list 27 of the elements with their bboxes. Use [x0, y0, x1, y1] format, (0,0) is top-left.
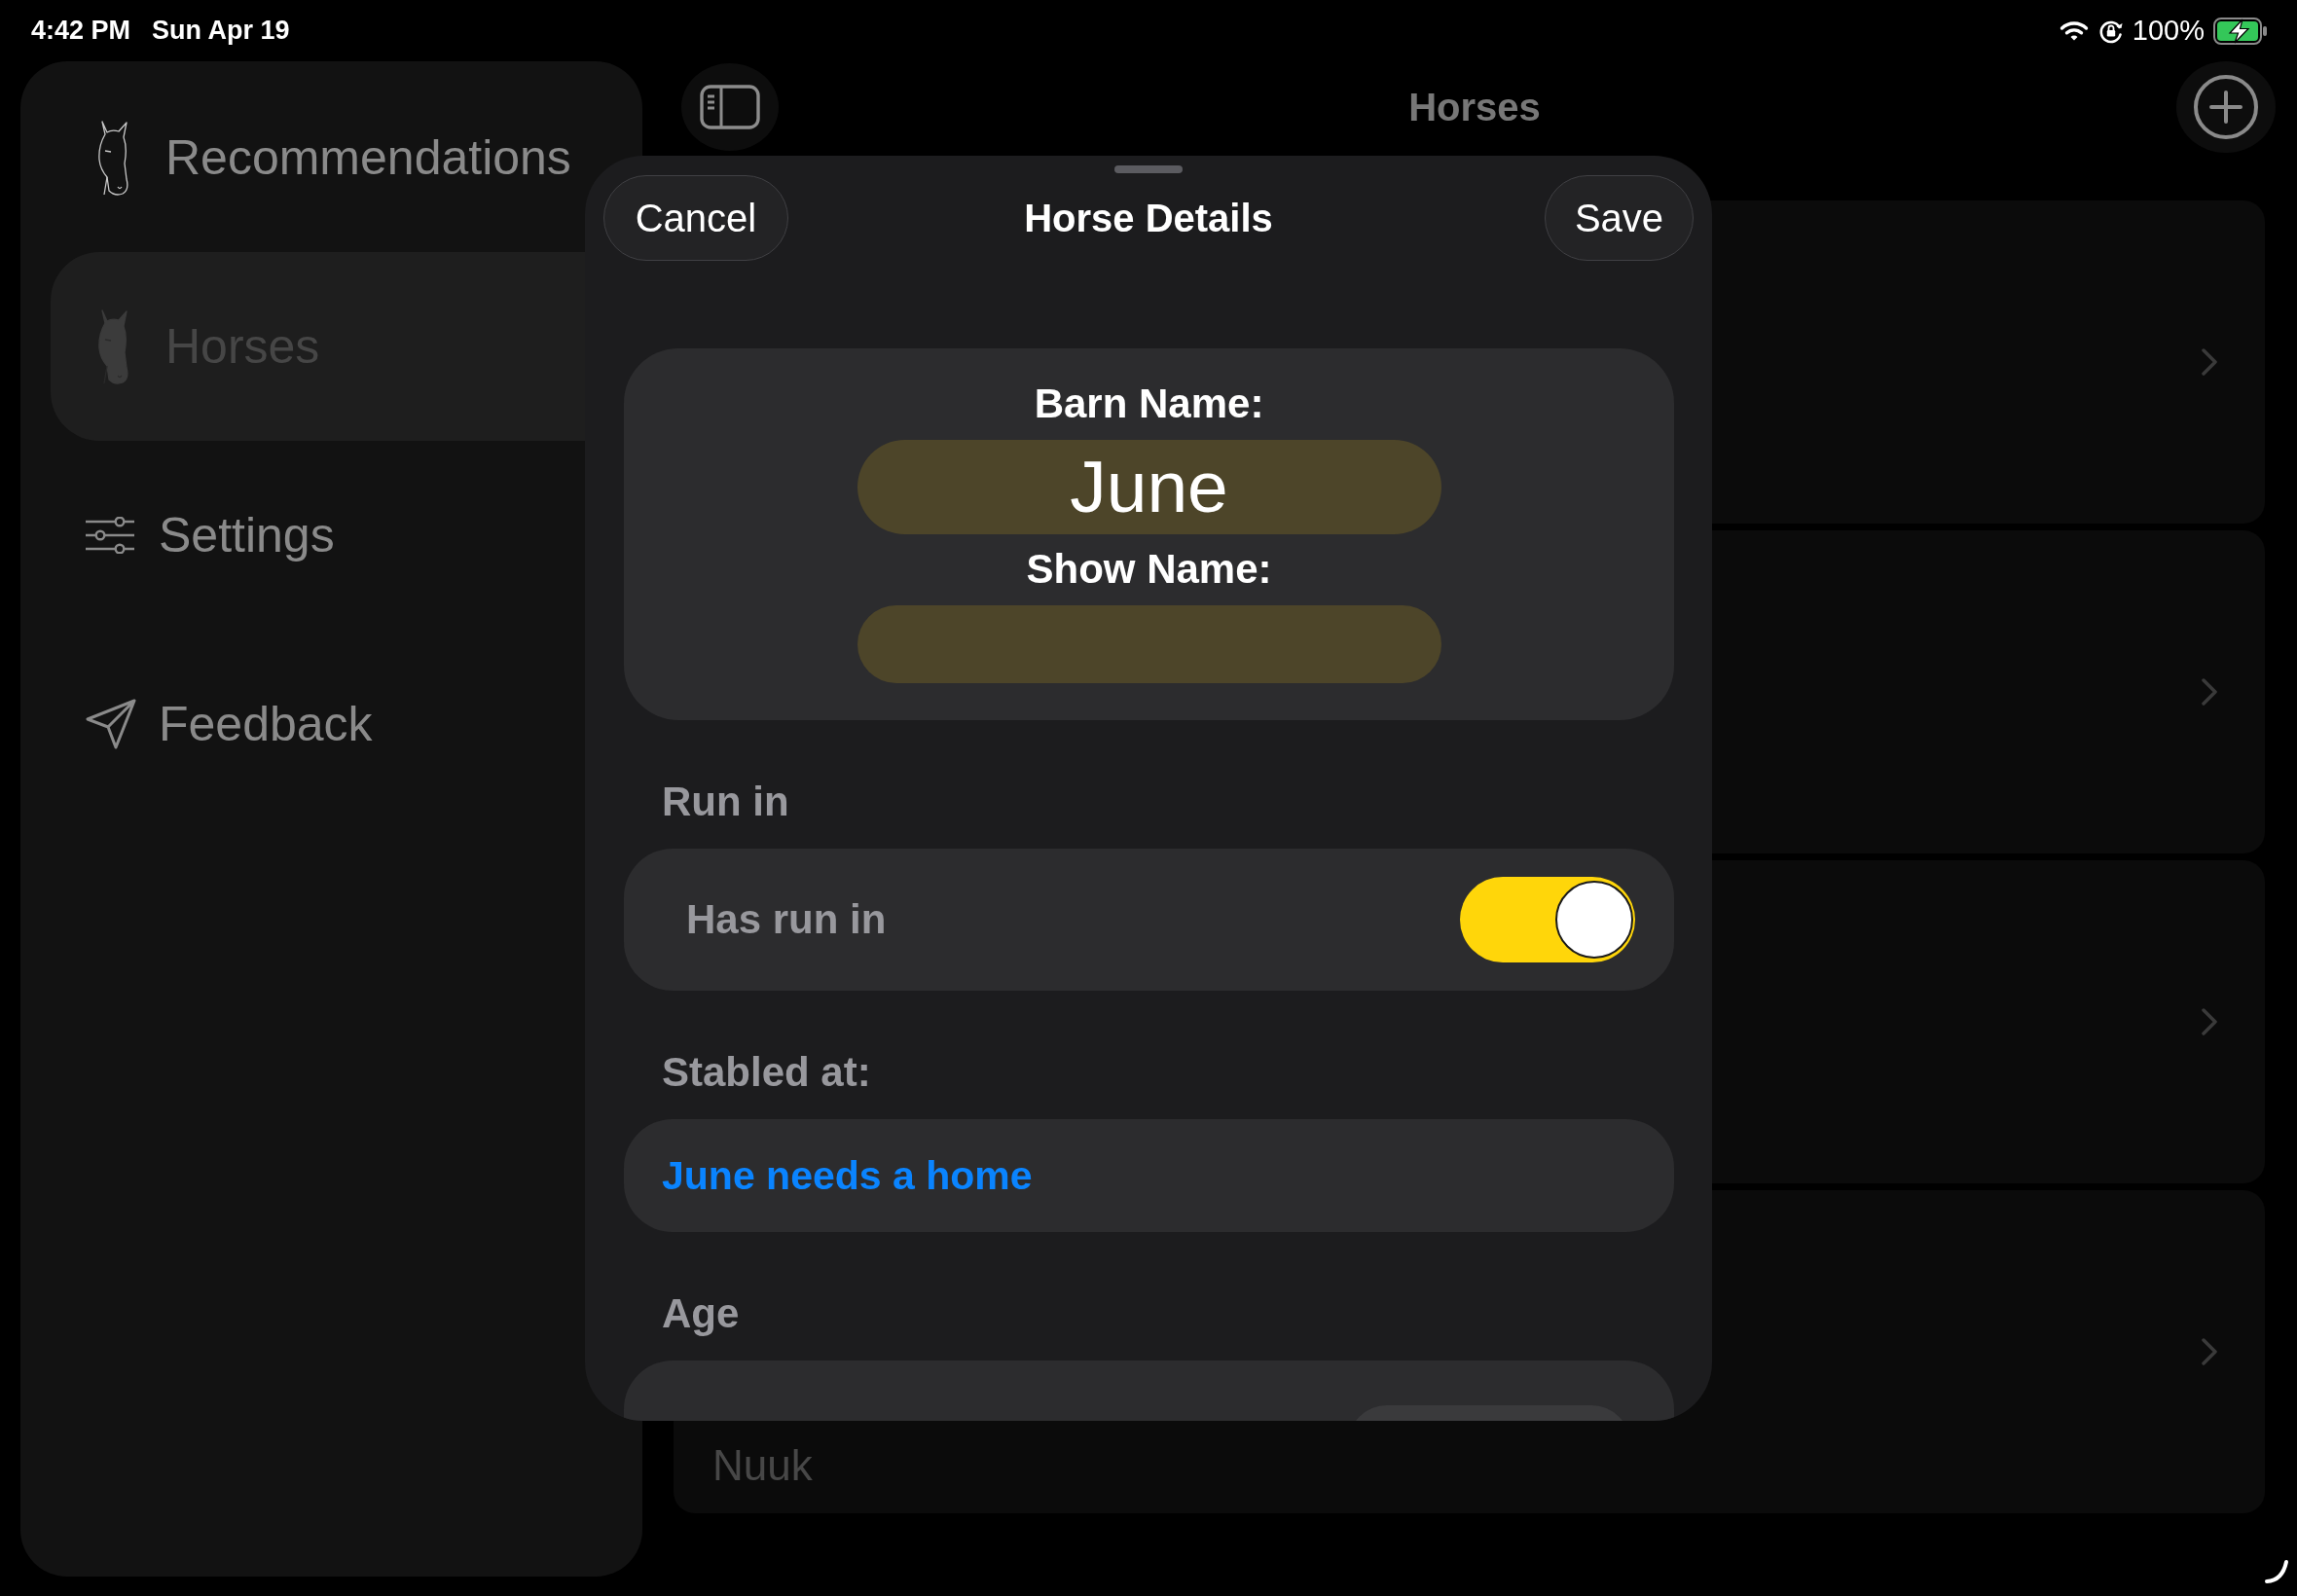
section-header: Stabled at: [662, 1049, 871, 1095]
barn-name-field[interactable]: June [857, 440, 1441, 534]
sidebar-icon [700, 85, 760, 129]
sidebar-item[interactable]: Feedback [51, 630, 585, 818]
drag-handle[interactable] [1114, 165, 1183, 173]
nav-title: Horses [1408, 85, 1541, 129]
field-label: Show Name: [1026, 546, 1272, 593]
sheet-title: Horse Details [1024, 196, 1273, 240]
status-date: Sun Apr 19 [152, 18, 290, 44]
field-label: Barn Name: [1034, 381, 1264, 427]
cancel-button[interactable]: Cancel [603, 175, 788, 261]
battery-percentage: 100% [2132, 17, 2205, 45]
save-button[interactable]: Save [1545, 175, 1694, 261]
sidebar-item[interactable]: Settings [51, 441, 585, 630]
section-header: Age [662, 1290, 740, 1336]
row-title: Nuuk [712, 1441, 813, 1490]
section-header: Run in [662, 779, 789, 824]
sidebar-item[interactable]: Recommendations [51, 63, 585, 252]
sliders-icon [86, 517, 134, 554]
stable-link-button[interactable]: June needs a home [624, 1119, 1674, 1232]
paper-plane-icon [86, 699, 136, 749]
battery-charging-icon [2213, 17, 2268, 45]
plus-circle-icon [2194, 75, 2258, 139]
toggle-label: Has run in [686, 896, 887, 943]
status-time: 4:42 PM [31, 18, 131, 44]
wifi-icon [2059, 19, 2089, 42]
corner-arc-icon [2264, 1559, 2289, 1584]
